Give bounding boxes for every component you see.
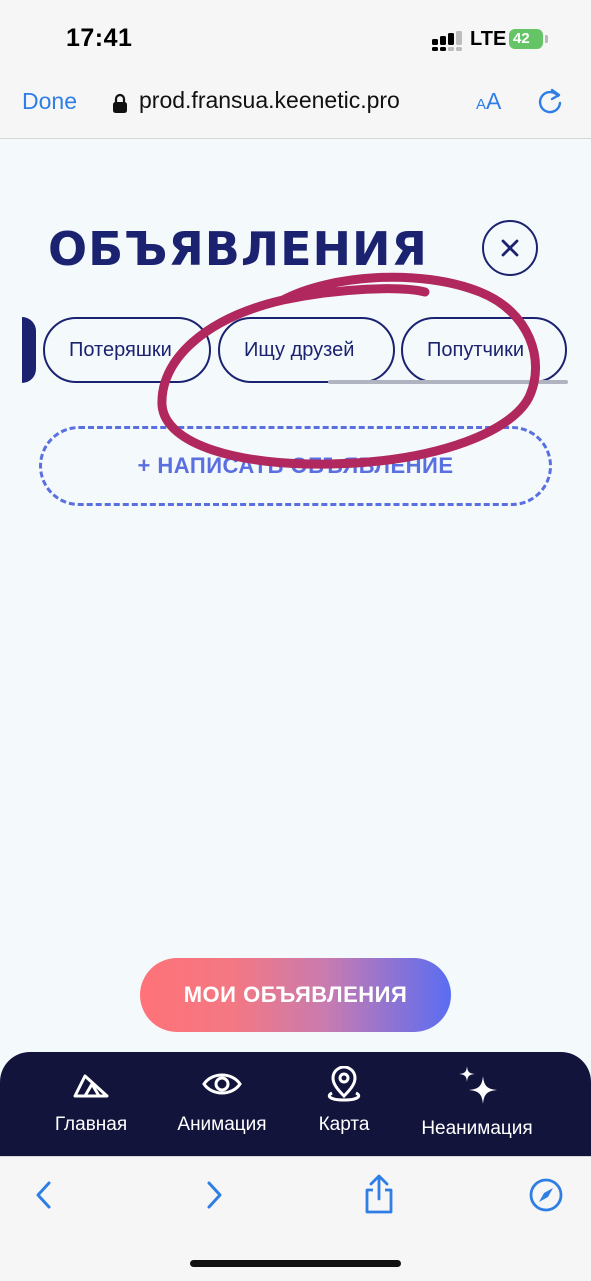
cellular-signal-icon [432,31,462,51]
tab-poteryashki[interactable]: Потеряшки [43,317,211,383]
text-size-button[interactable]: AA [476,88,501,115]
category-tabs[interactable]: Потеряшки Ищу друзей Попутчики [22,317,568,389]
tab-label: Ищу друзей [244,339,355,361]
tab-ishchu-druzey[interactable]: Ищу друзей [218,317,395,383]
tab-partial-previous[interactable] [22,317,36,383]
map-pin-icon [327,1066,361,1102]
browser-address-bar: Done prod.fransua.keenetic.pro AA [0,76,591,139]
done-button[interactable]: Done [22,88,77,115]
status-bar: 17:41 LTE 42 [0,0,591,76]
home-indicator [190,1260,401,1267]
write-ad-button[interactable]: + НАПИСАТЬ ОБЪЯВЛЕНИЕ [39,426,552,506]
network-type: LTE [470,28,507,50]
nav-label: Анимация [177,1114,267,1135]
text-size-big: A [486,88,502,114]
home-triangle-icon [73,1074,109,1098]
url-field[interactable]: prod.fransua.keenetic.pro [139,87,400,114]
tab-poputchiki[interactable]: Попутчики [401,317,567,383]
nav-label: Главная [54,1114,128,1135]
tab-label: Потеряшки [69,339,172,361]
nav-label: Карта [318,1114,370,1135]
eye-icon [202,1073,242,1095]
close-button[interactable] [482,220,538,276]
battery-level: 42 [513,30,530,47]
lock-icon [113,93,127,113]
page-title: ОБЪЯВЛЕНИЯ [48,222,428,276]
nav-item-map[interactable]: Карта [310,1066,378,1136]
my-ads-button[interactable]: МОИ ОБЪЯВЛЕНИЯ [140,958,451,1032]
sparkle-icon [459,1066,497,1104]
nav-item-non-animation[interactable]: Неанимация [414,1066,540,1140]
bottom-navigation: Главная Анимация Карта Неанимация [0,1052,591,1162]
compass-icon[interactable] [528,1177,564,1213]
text-size-small: A [476,96,487,113]
forward-icon[interactable] [200,1177,228,1213]
battery-icon: 42 [509,29,549,49]
tabs-scrollbar[interactable] [328,380,568,384]
nav-item-animation[interactable]: Анимация [170,1066,274,1136]
back-icon[interactable] [30,1177,58,1213]
share-icon[interactable] [362,1173,396,1215]
tab-label: Попутчики [427,339,525,361]
reload-icon[interactable] [536,86,564,116]
close-icon [501,239,519,257]
nav-item-home[interactable]: Главная [48,1066,134,1136]
nav-label: Неанимация [421,1118,533,1139]
status-time: 17:41 [66,24,133,52]
